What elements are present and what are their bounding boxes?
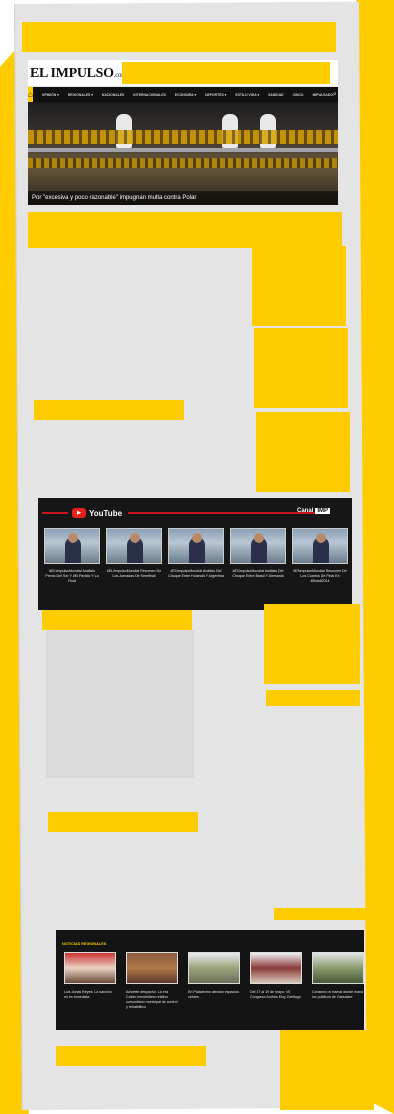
regional-news-heading: NOTICIAS REGIONALES: [62, 942, 107, 946]
video-thumbnail[interactable]: [168, 528, 224, 564]
canal-label: Canal: [296, 508, 314, 514]
nav-item-cinco[interactable]: CINCO: [293, 93, 304, 97]
sidebar-ad-3[interactable]: [256, 412, 350, 492]
youtube-play-icon: ▶: [72, 508, 86, 518]
nav-item-economia[interactable]: ECONOMÍA ▾: [175, 93, 196, 97]
nav-item-sanidad[interactable]: SANIDAD: [268, 93, 283, 97]
youtube-channel-widget: ▶ YouTube Canal IMP #EL\ImpulsoMundial A…: [38, 498, 352, 610]
nav-item-opinion[interactable]: OPINIÓN ▾: [42, 93, 59, 97]
regional-news-list: Luis Jonás Reyes: La sanción no es inmed…: [64, 952, 364, 1010]
logo-text: EL IMPULSO: [30, 66, 114, 81]
news-card[interactable]: Luis Jonás Reyes: La sanción no es inmed…: [64, 952, 116, 1010]
hero-caption[interactable]: Por "excesiva y poco razonable" impugnan…: [28, 191, 338, 205]
site-logo[interactable]: EL IMPULSO.com: [30, 66, 127, 82]
sidebar-ad-4[interactable]: [264, 604, 360, 684]
youtube-header: ▶ YouTube Canal IMP: [38, 506, 352, 520]
youtube-video-list: #EL\ImpulsoMundial Análisis Previo Del S…: [44, 528, 348, 584]
news-title[interactable]: Consecro el tramal donde mana los públic…: [312, 990, 364, 1000]
youtube-logo[interactable]: ▶ YouTube: [72, 506, 122, 520]
news-thumbnail[interactable]: [64, 952, 116, 984]
sidebar-ad-2[interactable]: [254, 328, 348, 408]
news-title[interactable]: En Palavecino afectan espacios verdes: [188, 990, 240, 1000]
news-title[interactable]: Advierte despacho: La era Colofo inmobil…: [126, 990, 178, 1010]
regional-news-widget: NOTICIAS REGIONALES Luis Jonás Reyes: La…: [56, 930, 364, 1030]
sidebar-title-bar: [266, 690, 360, 706]
nav-item-nacionales[interactable]: NACIONALES: [102, 93, 124, 97]
hero-slider[interactable]: Por "excesiva y poco razonable" impugnan…: [28, 102, 338, 205]
hero-image-rail: [28, 148, 338, 152]
section-title-bar: [34, 400, 184, 420]
canal-imp-badge: IMP: [315, 508, 330, 514]
sidebar-ad-1[interactable]: [252, 246, 346, 326]
main-nav: ⌂ OPINIÓN ▾ REGIONALES ▾ NACIONALES INTE…: [28, 87, 338, 102]
video-card[interactable]: #EL\ImpulsoMundial Resumen De Los Jornad…: [106, 528, 162, 584]
video-title[interactable]: #El\ImpulsoMundial Análisis Del Choque E…: [230, 569, 286, 579]
section-title-bar: [48, 812, 198, 832]
news-title[interactable]: Del 17 al 19 de mayo: VII Congreso André…: [250, 990, 302, 1000]
youtube-brand-text: YouTube: [89, 508, 123, 518]
leaderboard-ad[interactable]: [28, 212, 342, 248]
news-thumbnail[interactable]: [250, 952, 302, 984]
news-thumbnail[interactable]: [126, 952, 178, 984]
news-title[interactable]: Luis Jonás Reyes: La sanción no es inmed…: [64, 990, 116, 1000]
video-thumbnail[interactable]: [230, 528, 286, 564]
video-title[interactable]: #El\ImpulsoMundial Análisis Del Choque E…: [168, 569, 224, 579]
hero-image-belt: [28, 158, 338, 168]
content-placeholder: [46, 630, 194, 778]
video-title[interactable]: #EL\ImpulsoMundial Análisis Previo Del S…: [44, 569, 100, 584]
nav-item-estilo-vida[interactable]: ESTILO VIDA ▾: [235, 93, 259, 97]
divider-line: [42, 512, 68, 514]
video-card[interactable]: #El\ImpulsoMundial Análisis Del Choque E…: [168, 528, 224, 584]
video-thumbnail[interactable]: [292, 528, 348, 564]
news-card[interactable]: Consecro el tramal donde mana los públic…: [312, 952, 364, 1010]
canal-imp-logo[interactable]: Canal IMP: [297, 508, 330, 514]
news-thumbnail[interactable]: [188, 952, 240, 984]
nav-item-impulsado[interactable]: IMPULSADO: [313, 93, 333, 97]
nav-item-internacionales[interactable]: INTERNACIONALES: [133, 93, 166, 97]
sidebar-ad-5[interactable]: [280, 1030, 374, 1110]
news-card[interactable]: Del 17 al 19 de mayo: VII Congreso André…: [250, 952, 302, 1010]
nav-item-regionales[interactable]: REGIONALES ▾: [68, 93, 93, 97]
home-icon[interactable]: ⌂: [28, 87, 33, 102]
video-thumbnail[interactable]: [106, 528, 162, 564]
nav-item-deportes[interactable]: DEPORTES ▾: [205, 93, 226, 97]
section-title-bar: [42, 610, 192, 630]
header-banner-ad[interactable]: [122, 62, 330, 84]
news-thumbnail[interactable]: [312, 952, 364, 984]
video-card[interactable]: #EL\ImpulsoMundial Análisis Previo Del S…: [44, 528, 100, 584]
hero-image-belt: [28, 130, 338, 144]
video-title[interactable]: #EL\ImpulsoMundial Resumen De Los Jornad…: [106, 569, 162, 579]
search-icon[interactable]: ⌕: [333, 91, 337, 99]
sidebar-title-bar: [274, 908, 368, 920]
video-card[interactable]: #El\ImpulsoMundial Análisis Del Choque E…: [230, 528, 286, 584]
top-banner-ad[interactable]: [22, 22, 336, 52]
news-card[interactable]: En Palavecino afectan espacios verdes: [188, 952, 240, 1010]
section-title-bar: [56, 1046, 206, 1066]
video-card[interactable]: #El\ImpulsoMundial Resumen De Los Cuarto…: [292, 528, 348, 584]
video-title[interactable]: #El\ImpulsoMundial Resumen De Los Cuarto…: [292, 569, 348, 584]
video-thumbnail[interactable]: [44, 528, 100, 564]
news-card[interactable]: Advierte despacho: La era Colofo inmobil…: [126, 952, 178, 1010]
divider-line: [128, 512, 318, 514]
